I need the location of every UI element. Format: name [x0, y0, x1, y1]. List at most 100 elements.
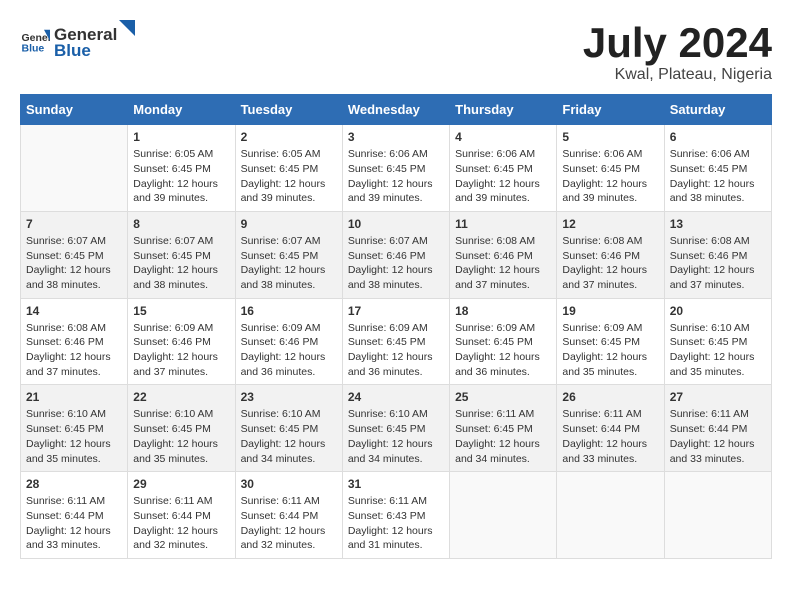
day-info: Sunrise: 6:08 AMSunset: 6:46 PMDaylight:… — [562, 234, 658, 293]
day-info: Sunrise: 6:05 AMSunset: 6:45 PMDaylight:… — [241, 147, 337, 206]
day-info: Sunrise: 6:08 AMSunset: 6:46 PMDaylight:… — [26, 321, 122, 380]
weekday-header-saturday: Saturday — [664, 95, 771, 125]
day-number: 25 — [455, 390, 551, 404]
calendar-cell: 27 Sunrise: 6:11 AMSunset: 6:44 PMDayligh… — [664, 385, 771, 472]
calendar-cell: 24Sunrise: 6:10 AMSunset: 6:45 PMDayligh… — [342, 385, 449, 472]
day-number: 31 — [348, 477, 444, 491]
day-number: 7 — [26, 217, 122, 231]
day-number: 29 — [133, 477, 229, 491]
day-number: 23 — [241, 390, 337, 404]
weekday-header-sunday: Sunday — [21, 95, 128, 125]
calendar-cell: 1Sunrise: 6:05 AMSunset: 6:45 PMDaylight… — [128, 125, 235, 212]
calendar-cell: 13Sunrise: 6:08 AMSunset: 6:46 PMDayligh… — [664, 211, 771, 298]
weekday-header-wednesday: Wednesday — [342, 95, 449, 125]
day-info: Sunrise: 6:11 AMSunset: 6:44 PMDaylight:… — [241, 494, 337, 553]
day-info: Sunrise: 6:07 AMSunset: 6:45 PMDaylight:… — [26, 234, 122, 293]
day-info: Sunrise: 6:09 AMSunset: 6:46 PMDaylight:… — [133, 321, 229, 380]
day-number: 20 — [670, 304, 766, 318]
day-info: Sunrise: 6:10 AMSunset: 6:45 PMDaylight:… — [241, 407, 337, 466]
calendar-cell: 29 Sunrise: 6:11 AMSunset: 6:44 PMDayligh… — [128, 472, 235, 559]
day-number: 15 — [133, 304, 229, 318]
day-number: 22 — [133, 390, 229, 404]
calendar-week-row: 28 Sunrise: 6:11 AMSunset: 6:44 PMDayligh… — [21, 472, 772, 559]
calendar-cell: 23 Sunrise: 6:10 AMSunset: 6:45 PMDayligh… — [235, 385, 342, 472]
weekday-header-friday: Friday — [557, 95, 664, 125]
weekday-header-tuesday: Tuesday — [235, 95, 342, 125]
day-info: Sunrise: 6:06 AMSunset: 6:45 PMDaylight:… — [562, 147, 658, 206]
logo-icon: General Blue — [20, 26, 50, 56]
calendar-cell: 28 Sunrise: 6:11 AMSunset: 6:44 PMDayligh… — [21, 472, 128, 559]
calendar-cell: 2 Sunrise: 6:05 AMSunset: 6:45 PMDaylight… — [235, 125, 342, 212]
day-info: Sunrise: 6:11 AMSunset: 6:43 PMDaylight:… — [348, 494, 444, 553]
calendar-cell: 3 Sunrise: 6:06 AMSunset: 6:45 PMDaylight… — [342, 125, 449, 212]
calendar-body: 1 Sunrise: 6:05 AMSunset: 6:45 PMDaylight… — [21, 125, 772, 559]
day-info: Sunrise: 6:11 AMSunset: 6:44 PMDaylight:… — [562, 407, 658, 466]
day-info: Sunrise: 6:11 AMSunset: 6:44 PMDaylight:… — [133, 494, 229, 553]
calendar-cell: 10 Sunrise: 6:07 AMSunset: 6:46 PMDayligh… — [342, 211, 449, 298]
day-info: Sunrise: 6:11 AMSunset: 6:44 PMDaylight:… — [670, 407, 766, 466]
calendar-week-row: 1 Sunrise: 6:05 AMSunset: 6:45 PMDaylight… — [21, 125, 772, 212]
day-number: 6 — [670, 130, 766, 144]
day-number: 16 — [241, 304, 337, 318]
calendar-header: SundayMondayTuesdayWednesdayThursdayFrid… — [21, 95, 772, 125]
day-info: Sunrise: 6:09 AMSunset: 6:45 PMDaylight:… — [455, 321, 551, 380]
day-info: Sunrise: 6:10 AMSunset: 6:45 PMDaylight:… — [26, 407, 122, 466]
day-info: Sunrise: 6:10 AMSunset: 6:45 PMDaylight:… — [133, 407, 229, 466]
calendar-cell: 14 Sunrise: 6:08 AMSunset: 6:46 PMDayligh… — [21, 298, 128, 385]
calendar-cell: 20Sunrise: 6:10 AMSunset: 6:45 PMDayligh… — [664, 298, 771, 385]
calendar-cell — [21, 125, 128, 212]
calendar-table: SundayMondayTuesdayWednesdayThursdayFrid… — [20, 94, 772, 559]
day-number: 14 — [26, 304, 122, 318]
day-number: 28 — [26, 477, 122, 491]
calendar-week-row: 14 Sunrise: 6:08 AMSunset: 6:46 PMDayligh… — [21, 298, 772, 385]
calendar-cell: 16 Sunrise: 6:09 AMSunset: 6:46 PMDayligh… — [235, 298, 342, 385]
calendar-cell: 12 Sunrise: 6:08 AMSunset: 6:46 PMDayligh… — [557, 211, 664, 298]
day-number: 21 — [26, 390, 122, 404]
day-number: 4 — [455, 130, 551, 144]
day-info: Sunrise: 6:07 AMSunset: 6:45 PMDaylight:… — [241, 234, 337, 293]
day-number: 30 — [241, 477, 337, 491]
logo-triangle-icon — [119, 20, 135, 40]
day-number: 3 — [348, 130, 444, 144]
calendar-cell: 25 Sunrise: 6:11 AMSunset: 6:45 PMDayligh… — [450, 385, 557, 472]
calendar-cell: 21 Sunrise: 6:10 AMSunset: 6:45 PMDayligh… — [21, 385, 128, 472]
day-number: 13 — [670, 217, 766, 231]
day-number: 26 — [562, 390, 658, 404]
location-subtitle: Kwal, Plateau, Nigeria — [583, 66, 772, 84]
calendar-cell: 31 Sunrise: 6:11 AMSunset: 6:43 PMDayligh… — [342, 472, 449, 559]
day-number: 11 — [455, 217, 551, 231]
calendar-cell: 15 Sunrise: 6:09 AMSunset: 6:46 PMDayligh… — [128, 298, 235, 385]
calendar-cell: 22 Sunrise: 6:10 AMSunset: 6:45 PMDayligh… — [128, 385, 235, 472]
header: General Blue General Blue July 2024 Kwal… — [20, 20, 772, 84]
calendar-cell — [450, 472, 557, 559]
calendar-cell: 11Sunrise: 6:08 AMSunset: 6:46 PMDayligh… — [450, 211, 557, 298]
day-info: Sunrise: 6:06 AMSunset: 6:45 PMDaylight:… — [348, 147, 444, 206]
day-number: 2 — [241, 130, 337, 144]
weekday-header-thursday: Thursday — [450, 95, 557, 125]
day-number: 24 — [348, 390, 444, 404]
day-number: 17 — [348, 304, 444, 318]
day-info: Sunrise: 6:07 AMSunset: 6:46 PMDaylight:… — [348, 234, 444, 293]
day-number: 12 — [562, 217, 658, 231]
day-info: Sunrise: 6:09 AMSunset: 6:46 PMDaylight:… — [241, 321, 337, 380]
calendar-cell: 7 Sunrise: 6:07 AMSunset: 6:45 PMDaylight… — [21, 211, 128, 298]
calendar-cell: 9Sunrise: 6:07 AMSunset: 6:45 PMDaylight… — [235, 211, 342, 298]
month-year-title: July 2024 — [583, 20, 772, 66]
day-number: 19 — [562, 304, 658, 318]
day-number: 10 — [348, 217, 444, 231]
svg-text:Blue: Blue — [22, 42, 45, 54]
day-info: Sunrise: 6:07 AMSunset: 6:45 PMDaylight:… — [133, 234, 229, 293]
day-info: Sunrise: 6:11 AMSunset: 6:45 PMDaylight:… — [455, 407, 551, 466]
day-number: 18 — [455, 304, 551, 318]
calendar-cell: 18 Sunrise: 6:09 AMSunset: 6:45 PMDayligh… — [450, 298, 557, 385]
day-number: 27 — [670, 390, 766, 404]
title-area: July 2024 Kwal, Plateau, Nigeria — [583, 20, 772, 84]
day-info: Sunrise: 6:09 AMSunset: 6:45 PMDaylight:… — [348, 321, 444, 380]
calendar-cell: 4Sunrise: 6:06 AMSunset: 6:45 PMDaylight… — [450, 125, 557, 212]
calendar-cell — [557, 472, 664, 559]
day-number: 5 — [562, 130, 658, 144]
day-number: 8 — [133, 217, 229, 231]
day-info: Sunrise: 6:11 AMSunset: 6:44 PMDaylight:… — [26, 494, 122, 553]
day-number: 1 — [133, 130, 229, 144]
calendar-cell: 17 Sunrise: 6:09 AMSunset: 6:45 PMDayligh… — [342, 298, 449, 385]
